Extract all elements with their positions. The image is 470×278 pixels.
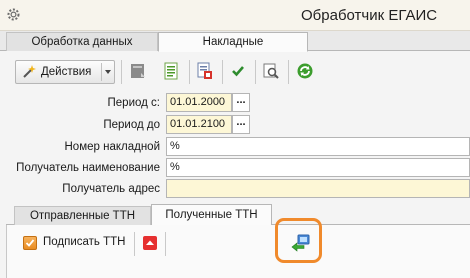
chevron-down-icon[interactable] (105, 70, 111, 74)
toolbar-divider (255, 60, 256, 84)
period-from-label: Период с: (107, 97, 160, 109)
report-icon[interactable] (129, 62, 147, 80)
sub-toolbar-divider (165, 232, 166, 256)
highlight-box (275, 218, 322, 263)
document-list-icon[interactable] (162, 62, 180, 80)
tab-data-processing[interactable]: Обработка данных (6, 32, 158, 51)
invoice-number-label: Номер накладной (64, 141, 161, 153)
checkbox-icon (23, 236, 37, 250)
tab-invoices[interactable]: Накладные (158, 32, 308, 52)
recipient-address-field[interactable] (166, 179, 470, 198)
arrow-up-icon[interactable] (142, 235, 158, 251)
period-to-label: Период до (103, 119, 160, 131)
search-document-icon[interactable] (262, 62, 280, 80)
sign-ttn-label: Подписать ТТН (43, 236, 126, 248)
toolbar-divider (288, 60, 289, 84)
actions-label: Действия (41, 66, 92, 78)
toolbar-divider (222, 60, 223, 84)
window-title: Обработчик ЕГАИС (301, 7, 438, 24)
toolbar-divider (121, 60, 122, 84)
toolbar-divider (189, 60, 190, 84)
sign-ttn-button[interactable]: Подписать ТТН (17, 232, 130, 254)
recipient-address-label: Получатель адрес (62, 183, 160, 195)
print-document-icon[interactable] (196, 62, 214, 80)
period-to-field[interactable]: 01.01.2100 (166, 115, 232, 134)
period-to-select-button[interactable]: ... (232, 115, 250, 134)
period-from-field[interactable]: 01.01.2000 (166, 93, 232, 112)
refresh-icon[interactable] (296, 62, 314, 80)
magic-wand-icon (23, 65, 36, 78)
tab-sent-ttn[interactable]: Отправленные ТТН (14, 206, 151, 225)
check-icon[interactable] (229, 62, 247, 80)
actions-button[interactable]: Действия (15, 60, 115, 84)
actions-divider (101, 63, 102, 81)
invoice-number-field[interactable]: % (166, 137, 470, 156)
gear-icon[interactable] (5, 6, 22, 23)
recipient-name-field[interactable]: % (166, 158, 470, 177)
period-from-select-button[interactable]: ... (232, 93, 250, 112)
recipient-name-label: Получатель наименование (16, 162, 160, 174)
tab-received-ttn[interactable]: Полученные ТТН (151, 204, 272, 226)
sub-toolbar-divider (134, 232, 135, 256)
